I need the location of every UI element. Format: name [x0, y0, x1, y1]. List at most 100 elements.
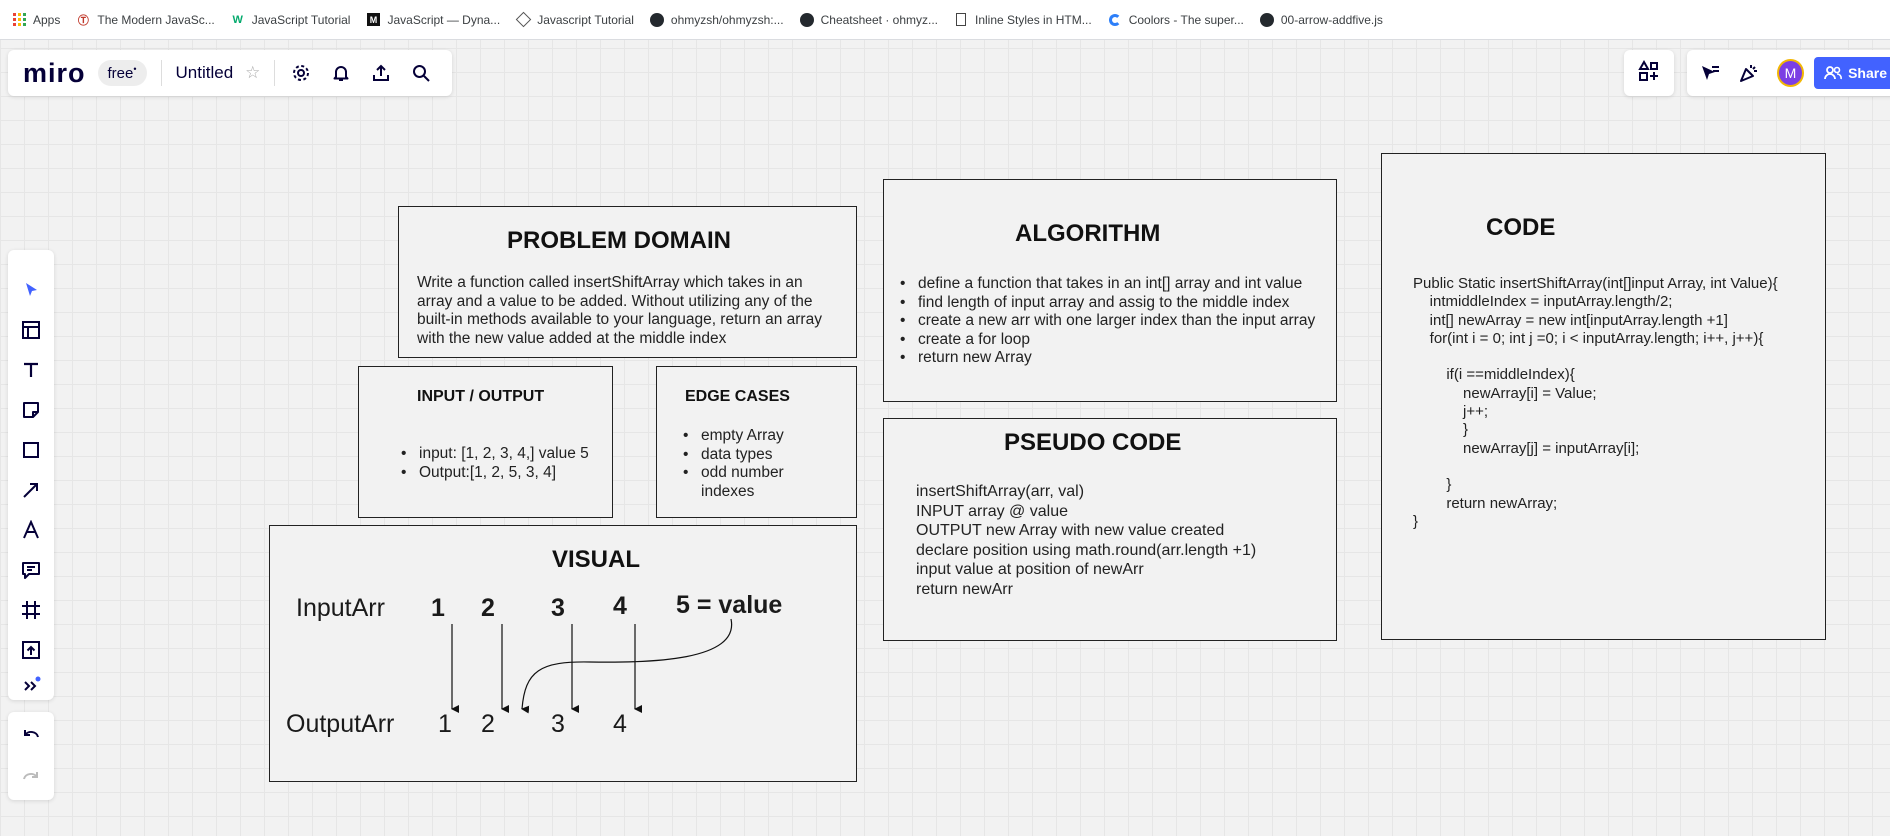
users-icon — [1824, 66, 1842, 80]
divider — [160, 60, 162, 86]
code-line: } — [1413, 476, 1452, 494]
board-header-panel: miro free• Untitled ☆ — [8, 50, 452, 96]
bookmark-ohmyzsh[interactable]: ohmyzsh/ohmyzsh:... — [649, 12, 784, 27]
output-value: 2 — [481, 710, 495, 738]
edge-cases-frame[interactable]: EDGE CASES empty Array data types odd nu… — [656, 366, 857, 518]
input-output-frame[interactable]: INPUT / OUTPUT input: [1, 2, 3, 4,] valu… — [358, 366, 613, 518]
redo-icon[interactable] — [11, 760, 51, 796]
pseudo-code-frame[interactable]: PSEUDO CODE insertShiftArray(arr, val) I… — [883, 418, 1337, 641]
star-icon[interactable]: ☆ — [245, 63, 260, 83]
apps-grid-icon — [12, 13, 26, 27]
board-title[interactable]: Untitled — [176, 63, 234, 83]
pseudo-line: OUTPUT new Array with new value created — [916, 522, 1225, 540]
output-value: 4 — [613, 710, 627, 738]
list-item: Output:[1, 2, 5, 3, 4] — [401, 464, 611, 483]
upload-tool-icon[interactable] — [11, 632, 51, 668]
pseudo-line: INPUT array @ value — [916, 502, 1068, 520]
code-line: return newArray; — [1413, 494, 1558, 512]
bookmark-label: ohmyzsh/ohmyzsh:... — [670, 12, 784, 27]
bookmark-javascript-tutorial[interactable]: W JavaScript Tutorial — [231, 13, 351, 27]
list-item: odd number indexes — [683, 464, 833, 501]
code-line: for(int i = 0; int j =0; i < inputArray.… — [1413, 329, 1764, 347]
collaboration-panel: M Share — [1687, 50, 1890, 96]
visual-frame[interactable]: VISUAL InputArr 1 2 3 4 5 = value Output… — [269, 525, 857, 782]
list-item: find length of input array and assig to … — [900, 294, 1336, 313]
divider — [274, 60, 276, 86]
bookmark-inline-styles[interactable]: Inline Styles in HTM... — [954, 13, 1092, 27]
medium-icon: M — [366, 13, 380, 27]
list-item: return new Array — [900, 349, 1336, 368]
celebrate-icon[interactable] — [1730, 53, 1769, 93]
bell-icon[interactable] — [321, 53, 361, 93]
cursor-tracking-icon[interactable] — [1691, 53, 1730, 93]
output-value: 3 — [551, 710, 565, 738]
pen-tool-icon[interactable] — [11, 512, 51, 548]
bookmark-coolors[interactable]: Coolors - The super... — [1108, 13, 1244, 27]
input-output-list: input: [1, 2, 3, 4,] value 5 Output:[1, … — [401, 445, 611, 482]
apps-panel — [1624, 50, 1674, 96]
shapes-apps-icon[interactable] — [1638, 59, 1660, 87]
code-line: } — [1413, 512, 1419, 530]
w3schools-icon: W — [232, 13, 243, 26]
bookmark-label: Coolors - The super... — [1128, 12, 1244, 27]
code-frame[interactable]: CODE Public Static insertShiftArray(int[… — [1381, 153, 1826, 640]
frame-title: INPUT / OUTPUT — [417, 388, 545, 405]
plan-badge[interactable]: free• — [97, 60, 147, 86]
bookmark-label: Javascript Tutorial — [537, 12, 634, 27]
left-toolbar — [8, 250, 54, 700]
share-button[interactable]: Share — [1814, 57, 1890, 89]
shape-tool-icon[interactable] — [11, 432, 51, 468]
code-line: j++; — [1413, 403, 1489, 421]
edge-cases-list: empty Array data types odd number indexe… — [683, 427, 833, 501]
bookmark-modern-javascript[interactable]: Ⓣ The Modern JavaSc... — [76, 12, 215, 27]
pseudo-line: return newArr — [916, 580, 1013, 598]
frame-tool-icon[interactable] — [11, 592, 51, 628]
avatar[interactable]: M — [1776, 59, 1805, 87]
frame-title: EDGE CASES — [685, 388, 790, 405]
comment-icon[interactable] — [11, 552, 51, 588]
bookmark-label: JavaScript Tutorial — [251, 12, 351, 27]
plan-label: free — [107, 65, 134, 82]
bookmark-javascript-dyna[interactable]: M JavaScript — Dyna... — [366, 13, 500, 27]
pseudo-line: input value at position of newArr — [916, 561, 1144, 579]
upload-icon[interactable] — [361, 53, 401, 93]
algorithm-steps: define a function that takes in an int[]… — [900, 275, 1336, 368]
gear-icon[interactable] — [281, 53, 321, 93]
templates-icon[interactable] — [11, 312, 51, 348]
undo-icon[interactable] — [11, 718, 51, 754]
bookmark-apps[interactable]: Apps — [12, 13, 60, 27]
problem-domain-frame[interactable]: PROBLEM DOMAIN Write a function called i… — [398, 206, 857, 358]
output-value: 1 — [438, 710, 452, 738]
list-item: input: [1, 2, 3, 4,] value 5 — [401, 445, 611, 464]
bookmarks-bar: Apps Ⓣ The Modern JavaSc... W JavaScript… — [0, 0, 1890, 40]
algorithm-frame[interactable]: ALGORITHM define a function that takes i… — [883, 179, 1337, 402]
bookmark-javascript-tutorial-2[interactable]: Javascript Tutorial — [515, 11, 634, 28]
code-line: if(i ==middleIndex){ — [1413, 366, 1575, 384]
bookmark-label: Inline Styles in HTM... — [975, 12, 1092, 27]
pseudo-code-lines: insertShiftArray(arr, val) INPUT array @… — [916, 482, 1326, 600]
bookmark-cheatsheet[interactable]: Cheatsheet · ohmyz... — [799, 12, 938, 27]
problem-statement: Write a function called insertShiftArray… — [417, 274, 822, 347]
code-line: Public Static insertShiftArray(int[]inpu… — [1413, 275, 1778, 292]
bookmark-label: The Modern JavaSc... — [97, 12, 215, 27]
javascript-info-icon: Ⓣ — [77, 14, 89, 27]
document-icon — [954, 13, 968, 27]
miro-logo[interactable]: miro — [23, 58, 86, 89]
github-icon — [1259, 12, 1274, 27]
text-tool-icon[interactable] — [11, 352, 51, 388]
list-item: data types — [683, 446, 833, 465]
github-icon — [799, 12, 814, 27]
code-block: Public Static insertShiftArray(int[]inpu… — [1413, 275, 1823, 531]
bookmark-arrow-addfive[interactable]: 00-arrow-addfive.js — [1259, 12, 1383, 27]
list-item: define a function that takes in an int[]… — [900, 275, 1336, 294]
bookmark-label: JavaScript — Dyna... — [387, 12, 501, 27]
arrow-tool-icon[interactable] — [11, 472, 51, 508]
list-item: create a new arr with one larger index t… — [900, 312, 1336, 331]
search-icon[interactable] — [401, 53, 441, 93]
bookmark-label: Cheatsheet · ohmyz... — [820, 12, 938, 27]
code-line: newArray[j] = inputArray[i]; — [1413, 439, 1640, 457]
select-cursor-icon[interactable] — [11, 272, 51, 308]
sticky-note-icon[interactable] — [11, 392, 51, 428]
more-tools-icon[interactable] — [11, 668, 51, 704]
